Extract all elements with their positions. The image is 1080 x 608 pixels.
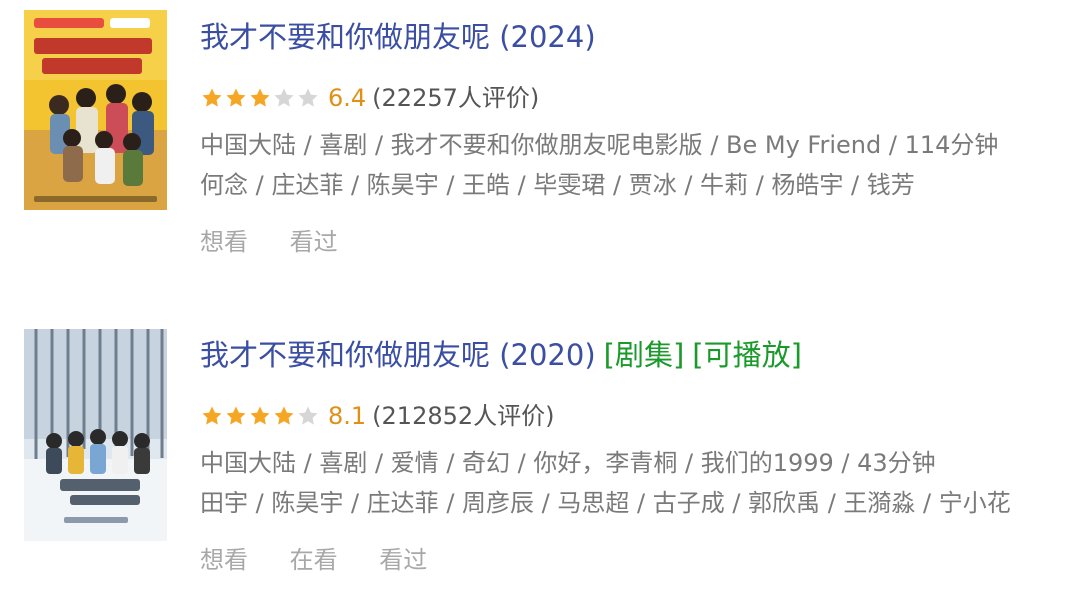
meta-info-line: 中国大陆 / 喜剧 / 我才不要和你做朋友呢电影版 / Be My Friend… — [200, 131, 999, 159]
star-filled-icon — [250, 88, 270, 107]
watched-button[interactable]: 看过 — [290, 222, 338, 262]
action-row: 想看 在看 看过 — [200, 540, 461, 580]
star-empty-icon — [298, 406, 318, 425]
rating-stars — [200, 86, 320, 110]
rating-row: 8.1 (212852人评价) — [200, 396, 555, 436]
rating-row: 6.4 (22257人评价) — [200, 78, 539, 118]
movie-title-link[interactable]: 我才不要和你做朋友呢 (2020) — [200, 338, 596, 372]
want-to-watch-button[interactable]: 想看 — [200, 540, 248, 580]
action-row: 想看 看过 — [200, 222, 372, 262]
watched-button[interactable]: 看过 — [379, 540, 427, 580]
poster-art — [24, 329, 167, 541]
star-filled-icon — [226, 88, 246, 107]
search-results: 我才不要和你做朋友呢 (2024) 6.4 (22257人评价) 中国大陆 / … — [0, 0, 1080, 608]
watching-button[interactable]: 在看 — [290, 540, 338, 580]
rating-count: (22257人评价) — [372, 84, 540, 112]
poster-image[interactable] — [24, 329, 167, 541]
title-row: 我才不要和你做朋友呢 (2020) [剧集] [可播放] — [200, 334, 802, 376]
cast-line: 田宇 / 陈昊宇 / 庄达菲 / 周彦辰 / 马思超 / 古子成 / 郭欣禹 /… — [200, 489, 1011, 517]
star-empty-icon — [274, 88, 294, 107]
rating-score: 8.1 — [328, 402, 367, 430]
star-empty-icon — [298, 88, 318, 107]
meta-info-line: 中国大陆 / 喜剧 / 爱情 / 奇幻 / 你好，李青桐 / 我们的1999 /… — [200, 449, 936, 477]
rating-stars — [200, 404, 320, 428]
tag-playable[interactable]: [可播放] — [692, 338, 802, 372]
star-filled-icon — [250, 406, 270, 425]
star-filled-icon — [202, 406, 222, 425]
star-filled-icon — [226, 406, 246, 425]
want-to-watch-button[interactable]: 想看 — [200, 222, 248, 262]
rating-count: (212852人评价) — [372, 402, 555, 430]
rating-score: 6.4 — [328, 84, 367, 112]
movie-title-link[interactable]: 我才不要和你做朋友呢 (2024) — [200, 20, 596, 54]
cast-line: 何念 / 庄达菲 / 陈昊宇 / 王皓 / 毕雯珺 / 贾冰 / 牛莉 / 杨皓… — [200, 171, 915, 199]
poster-art — [24, 10, 167, 210]
tag-series[interactable]: [剧集] — [604, 338, 685, 372]
title-row: 我才不要和你做朋友呢 (2024) — [200, 16, 596, 58]
star-filled-icon — [274, 406, 294, 425]
poster-image[interactable] — [24, 10, 167, 210]
star-filled-icon — [202, 88, 222, 107]
